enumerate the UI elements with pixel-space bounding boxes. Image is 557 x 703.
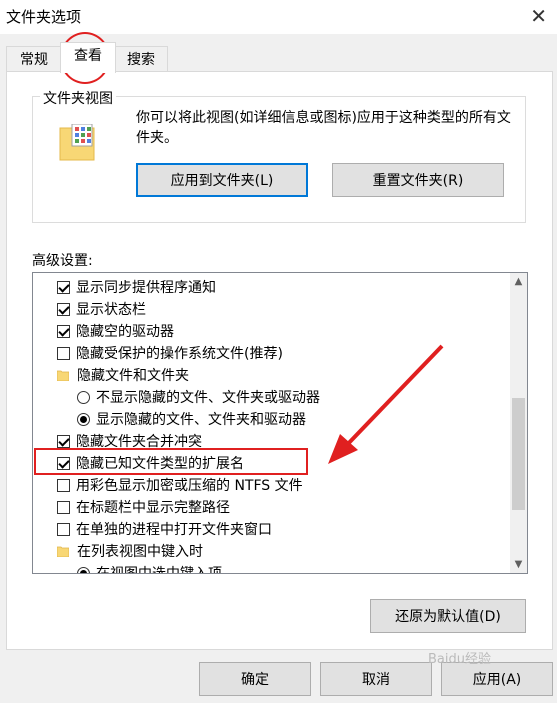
radio-button[interactable] — [77, 566, 90, 573]
list-item[interactable]: 在视图中选中键入项 — [77, 562, 222, 574]
list-item: 隐藏文件和文件夹 — [57, 364, 189, 386]
list-item-label: 隐藏空的驱动器 — [76, 324, 174, 340]
tab-general[interactable]: 常规 — [6, 46, 62, 73]
tab-view[interactable]: 查看 — [60, 42, 116, 73]
title-bar: 文件夹选项 ✕ — [0, 0, 557, 34]
list-item-label: 显示状态栏 — [76, 302, 146, 318]
list-item[interactable]: 在单独的进程中打开文件夹窗口 — [57, 518, 272, 540]
checkbox[interactable] — [57, 324, 70, 338]
advanced-settings-list[interactable]: 显示同步提供程序通知 显示状态栏 隐藏空的驱动器 隐藏受保护的操作系统文件(推荐… — [32, 272, 528, 574]
folder-views-label: 文件夹视图 — [40, 88, 116, 108]
checkbox[interactable] — [57, 522, 70, 536]
list-item[interactable]: 显示隐藏的文件、文件夹和驱动器 — [77, 408, 306, 430]
list-item[interactable]: 隐藏空的驱动器 — [57, 320, 174, 342]
reset-folders-button[interactable]: 重置文件夹(R) — [332, 163, 504, 197]
list-item-label: 不显示隐藏的文件、文件夹或驱动器 — [96, 390, 320, 406]
folder-icon — [57, 546, 69, 557]
list-item[interactable]: 不显示隐藏的文件、文件夹或驱动器 — [77, 386, 320, 408]
tab-view-label: 查看 — [74, 48, 102, 64]
list-item[interactable]: 在标题栏中显示完整路径 — [57, 496, 230, 518]
window-title: 文件夹选项 — [6, 8, 82, 26]
apply-button[interactable]: 应用(A) — [441, 662, 553, 696]
list-item[interactable]: 隐藏受保护的操作系统文件(推荐) — [57, 342, 283, 364]
list-item-label: 隐藏受保护的操作系统文件(推荐) — [76, 346, 283, 362]
list-item-label: 在列表视图中键入时 — [77, 544, 203, 560]
checkbox[interactable] — [57, 280, 70, 294]
list-item-label: 在标题栏中显示完整路径 — [76, 500, 230, 516]
list-item-label: 显示同步提供程序通知 — [76, 280, 216, 296]
checkbox[interactable] — [57, 346, 70, 360]
checkbox[interactable] — [57, 434, 70, 448]
scroll-up-icon[interactable]: ▲ — [510, 273, 527, 290]
red-arrow-icon — [328, 344, 444, 464]
checkbox[interactable] — [57, 500, 70, 514]
list-item-label: 在单独的进程中打开文件夹窗口 — [76, 522, 272, 538]
radio-button[interactable] — [77, 412, 90, 426]
folder-views-icon — [59, 124, 95, 161]
scroll-down-icon[interactable]: ▼ — [510, 556, 527, 573]
list-item[interactable]: 显示状态栏 — [57, 298, 146, 320]
close-icon[interactable]: ✕ — [530, 4, 547, 28]
scrollbar-thumb[interactable] — [512, 398, 525, 510]
list-item[interactable]: 用彩色显示加密或压缩的 NTFS 文件 — [57, 474, 303, 496]
highlight-box — [34, 448, 308, 475]
radio-button[interactable] — [77, 390, 90, 404]
checkbox[interactable] — [57, 478, 70, 492]
tab-search[interactable]: 搜索 — [114, 46, 168, 73]
apply-to-folders-button[interactable]: 应用到文件夹(L) — [136, 163, 308, 197]
list-item-label: 用彩色显示加密或压缩的 NTFS 文件 — [76, 478, 303, 494]
advanced-settings-label: 高级设置: — [32, 253, 93, 269]
restore-defaults-button[interactable]: 还原为默认值(D) — [370, 599, 526, 633]
tab-search-label: 搜索 — [127, 52, 155, 68]
list-item[interactable]: 显示同步提供程序通知 — [57, 276, 216, 298]
list-item-label: 隐藏文件和文件夹 — [77, 368, 189, 384]
ok-button[interactable]: 确定 — [199, 662, 311, 696]
list-item-label: 显示隐藏的文件、文件夹和驱动器 — [96, 412, 306, 428]
list-item-label: 在视图中选中键入项 — [96, 566, 222, 574]
checkbox[interactable] — [57, 302, 70, 316]
folder-views-description: 你可以将此视图(如详细信息或图标)应用于这种类型的所有文件夹。 — [136, 110, 511, 146]
cancel-button[interactable]: 取消 — [320, 662, 432, 696]
vertical-scrollbar[interactable]: ▲ ▼ — [510, 273, 527, 573]
watermark: Baidu经验 — [428, 652, 491, 667]
tab-general-label: 常规 — [20, 52, 48, 68]
folder-icon — [57, 370, 69, 381]
list-item: 在列表视图中键入时 — [57, 540, 203, 562]
